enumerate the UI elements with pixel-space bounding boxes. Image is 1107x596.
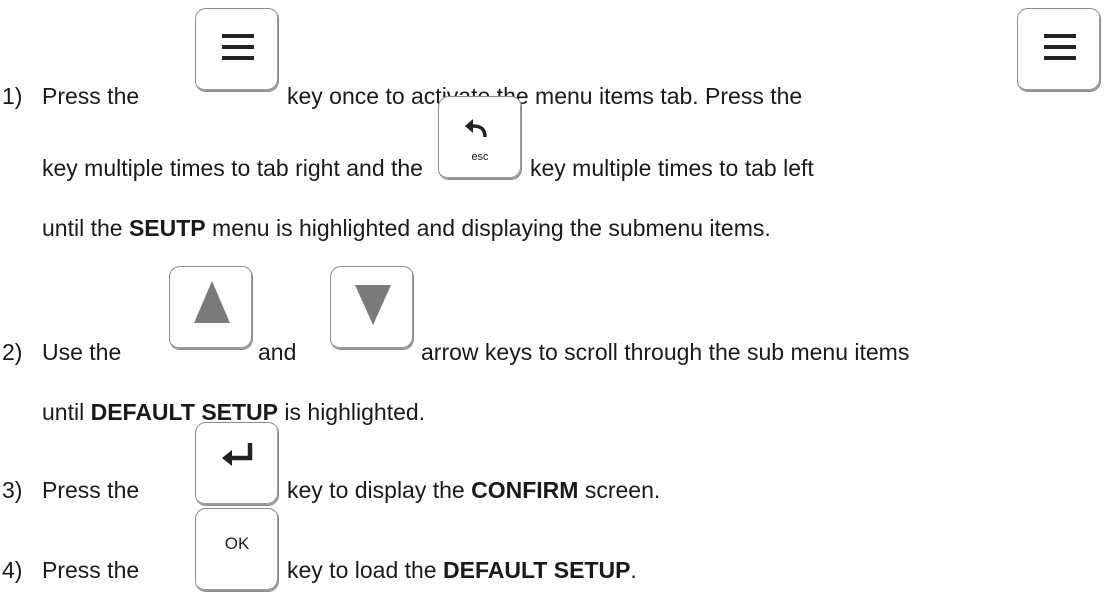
step-text: key multiple times to tab left <box>530 155 814 181</box>
step-text: and <box>258 339 297 365</box>
step-text: arrow keys to scroll through the sub men… <box>421 339 910 365</box>
esc-key: esc <box>438 96 522 180</box>
menu-key <box>195 8 279 92</box>
menu-icon <box>222 34 254 60</box>
step-text: Use the <box>42 339 122 365</box>
step-text: key multiple times to tab right and the <box>42 155 423 181</box>
step-number: 1) <box>2 83 23 109</box>
key-label: OK <box>224 534 250 553</box>
up-arrow-key <box>169 266 253 350</box>
step-text: Press the <box>42 477 140 503</box>
step-text: Press the <box>42 83 140 109</box>
enter-key <box>195 422 279 506</box>
menu-name: SEUTP <box>128 215 206 241</box>
step-text: until the SEUTP menu is highlighted and … <box>42 215 771 241</box>
step-text: key once to activate the menu items tab.… <box>287 83 803 109</box>
ok-key: OK <box>195 508 279 592</box>
step-number: 2) <box>2 339 23 365</box>
menu-icon <box>1044 34 1076 60</box>
menu-key <box>1017 8 1101 92</box>
enter-icon <box>222 443 253 466</box>
triangle-down-icon <box>355 285 391 325</box>
triangle-up-icon <box>194 281 230 323</box>
step-text: key to load the DEFAULT SETUP. <box>287 557 637 583</box>
step-text: key to display the CONFIRM screen. <box>287 477 661 503</box>
step-number: 3) <box>2 477 23 503</box>
step-number: 4) <box>2 557 23 583</box>
screen-name: CONFIRM <box>471 477 579 503</box>
down-arrow-key <box>330 266 414 350</box>
menu-item-name: DEFAULT SETUP <box>443 557 631 583</box>
step-text: Press the <box>42 557 140 583</box>
key-label: esc <box>471 151 489 163</box>
